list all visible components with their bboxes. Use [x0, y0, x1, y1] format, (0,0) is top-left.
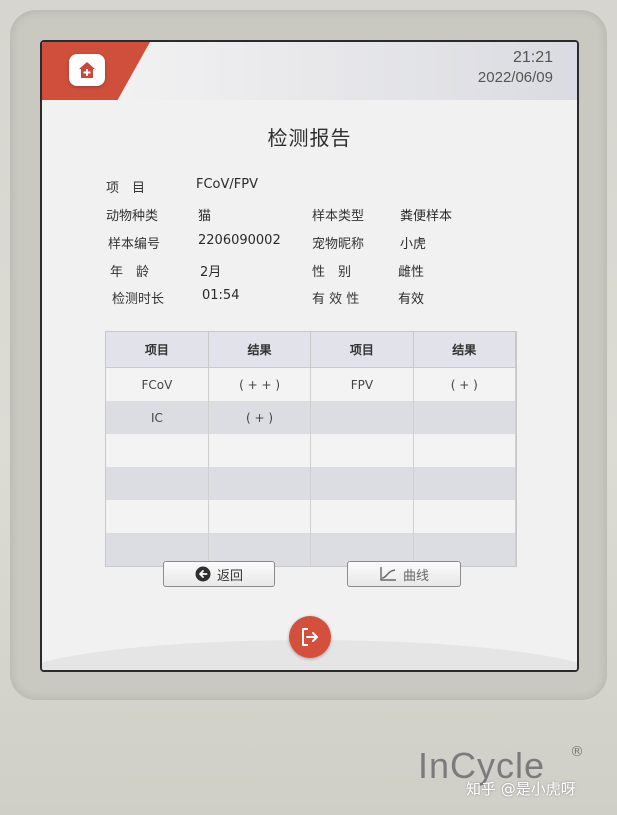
back-button-label: 返回	[216, 568, 243, 584]
table-row: FCoV ( + + ) FPV ( + )	[106, 367, 517, 401]
table-cell	[106, 500, 209, 533]
table-row	[106, 467, 517, 500]
table-cell	[310, 467, 414, 500]
table-cell: FCoV	[106, 367, 209, 401]
home-plus-icon	[79, 62, 95, 78]
sex-value: 雌性	[398, 265, 425, 280]
pet-name-value: 小虎	[400, 237, 427, 252]
clock-date: 2022/06/09	[477, 69, 553, 86]
curve-chart-icon	[379, 566, 397, 582]
sample-type-value: 粪便样本	[400, 209, 453, 224]
table-cell	[413, 500, 517, 533]
age-label: 年 龄	[110, 265, 150, 280]
table-header-item-1: 项目	[106, 332, 209, 368]
registered-mark: ®	[570, 744, 584, 760]
item-value: FCoV/FPV	[196, 177, 258, 192]
exit-icon	[302, 628, 318, 646]
table-cell: ( + )	[208, 401, 312, 434]
report-content: 检测报告 项 目 FCoV/FPV 动物种类 猫 样本类型 粪便样本 样本编号 …	[42, 100, 577, 670]
table-cell	[413, 401, 517, 434]
table-cell	[310, 434, 414, 467]
clock: 21:21 2022/06/09	[478, 48, 553, 88]
clock-time: 21:21	[512, 49, 553, 66]
table-cell	[413, 434, 517, 467]
item-label: 项 目	[106, 181, 146, 196]
table-cell	[413, 467, 517, 500]
table-cell: ( + )	[413, 367, 517, 401]
table-row: IC ( + )	[106, 401, 517, 434]
result-table: 项目 结果 项目 结果 FCoV ( + + ) FPV ( + ) IC (…	[106, 332, 517, 566]
table-header-result-2: 结果	[413, 332, 517, 368]
sample-type-label: 样本类型	[312, 209, 365, 224]
header-bar: 21:21 2022/06/09	[42, 42, 577, 100]
table-cell	[106, 434, 209, 467]
table-cell: ( + + )	[208, 367, 312, 401]
table-cell	[310, 401, 414, 434]
table-cell	[208, 467, 312, 500]
table-header-row: 项目 结果 项目 结果	[106, 332, 517, 368]
sex-label: 性 别	[312, 265, 352, 280]
curve-button[interactable]: 曲线	[347, 561, 461, 587]
table-row	[106, 500, 517, 533]
sample-no-label: 样本编号	[108, 237, 161, 252]
page-title: 检测报告	[267, 126, 352, 150]
duration-label: 检测时长	[112, 292, 165, 307]
pet-name-label: 宠物昵称	[312, 237, 365, 252]
table-header-result-1: 结果	[208, 332, 312, 368]
table-cell	[106, 467, 209, 500]
table-cell	[310, 500, 414, 533]
species-value: 猫	[198, 209, 212, 224]
table-cell: IC	[106, 401, 209, 434]
watermark-text: 知乎 @是小虎呀	[466, 780, 576, 798]
age-value: 2月	[200, 265, 222, 280]
back-arrow-icon	[195, 566, 211, 582]
species-label: 动物种类	[106, 209, 159, 224]
table-row	[106, 434, 517, 467]
exit-button[interactable]	[289, 616, 331, 658]
back-button[interactable]: 返回	[163, 561, 275, 587]
table-cell	[208, 500, 312, 533]
table-cell	[208, 434, 312, 467]
sample-no-value: 2206090002	[198, 233, 281, 248]
table-cell: FPV	[310, 367, 414, 401]
duration-value: 01:54	[202, 288, 240, 303]
home-button[interactable]	[69, 54, 105, 86]
touch-screen: 21:21 2022/06/09 检测报告 项 目 FCoV/FPV 动物种类 …	[40, 40, 579, 672]
table-header-item-2: 项目	[310, 332, 414, 368]
validity-value: 有效	[398, 292, 425, 307]
curve-button-label: 曲线	[402, 568, 429, 584]
validity-label: 有 效 性	[312, 292, 360, 307]
device-body: 21:21 2022/06/09 检测报告 项 目 FCoV/FPV 动物种类 …	[0, 0, 617, 815]
